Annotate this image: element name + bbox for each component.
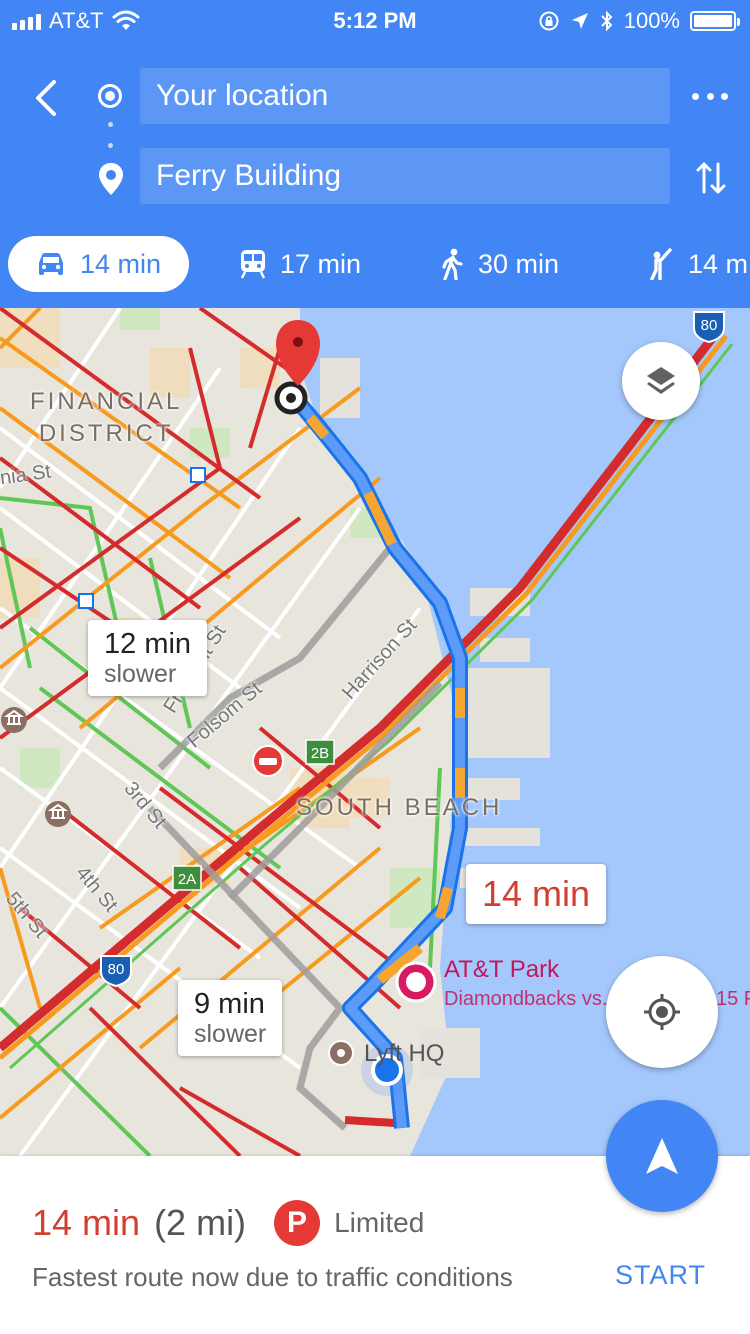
callout-time: 14 min	[482, 873, 591, 914]
destination-pin-icon	[99, 163, 123, 195]
place-label-lyft-hq[interactable]: Lyft HQ	[364, 1040, 444, 1068]
place-sublabel-event-tail: 15 P	[716, 988, 750, 1010]
layers-icon	[647, 367, 675, 394]
incident-icon[interactable]	[252, 745, 284, 777]
mode-walk-tab[interactable]: 30 min	[440, 236, 559, 292]
place-label-att-park[interactable]: AT&T Park	[444, 956, 559, 984]
directions-header: Your location Ferry Building 14 min 17 m…	[0, 40, 750, 308]
eta-row: 14 min (2 mi) P Limited	[32, 1200, 424, 1246]
navigate-button[interactable]	[606, 1100, 718, 1212]
main-route-callout[interactable]: 14 min	[466, 864, 607, 924]
mode-drive-tab[interactable]: 14 min	[8, 236, 190, 292]
highway-shield-80: 80	[693, 311, 725, 344]
my-location-button[interactable]	[606, 956, 718, 1068]
ballpark-icon[interactable]	[395, 961, 437, 1003]
battery-icon	[690, 11, 740, 31]
walking-icon	[442, 248, 463, 280]
svg-text:2A: 2A	[178, 871, 196, 888]
mode-ride-tab[interactable]: 14 m	[646, 236, 748, 292]
mode-ride-time: 14 m	[688, 248, 749, 279]
back-button[interactable]	[26, 76, 66, 120]
mode-drive-time: 14 min	[80, 248, 162, 279]
car-icon	[39, 253, 63, 275]
rotation-lock-icon	[539, 11, 559, 31]
exit-sign-2a: 2A	[172, 865, 202, 891]
mode-transit-time: 17 min	[280, 248, 362, 279]
exit-sign-2b: 2B	[305, 739, 335, 765]
mode-walk-time: 30 min	[478, 248, 560, 279]
mode-transit-tab[interactable]: 17 min	[240, 236, 361, 292]
svg-text:2B: 2B	[311, 745, 329, 762]
alt-route-callout-9min[interactable]: 9 min slower	[178, 980, 283, 1056]
eta-distance: (2 mi)	[154, 1202, 247, 1243]
district-label-financial: FINANCIAL DISTRICT	[30, 388, 183, 447]
ride-hailing-icon	[650, 248, 672, 280]
svg-text:80: 80	[701, 317, 718, 334]
callout-note: slower	[194, 1020, 267, 1048]
map-view[interactable]: 80 80 2B 2A FINANCIAL DISTRICT SOUTH BEA…	[0, 308, 750, 1156]
place-sublabel-event: Diamondbacks vs...	[444, 988, 619, 1010]
alt-route-callout-12min[interactable]: 12 min slower	[88, 620, 208, 696]
travel-mode-tabs: 14 min 17 min 30 min 14 m	[0, 236, 750, 292]
origin-input[interactable]: Your location	[140, 68, 670, 124]
start-button[interactable]: START	[615, 1260, 706, 1291]
layers-button[interactable]	[622, 342, 700, 420]
more-options-button[interactable]	[690, 84, 730, 108]
location-arrow-icon	[571, 13, 588, 29]
parking-icon: P	[274, 1200, 321, 1246]
parking-label: Limited	[334, 1207, 425, 1238]
eta-time: 14 min	[32, 1202, 141, 1243]
battery-percent: 100%	[623, 8, 680, 33]
callout-note: slower	[104, 660, 177, 688]
status-right: 100%	[538, 8, 740, 34]
svg-text:80: 80	[108, 961, 125, 978]
destination-input[interactable]: Ferry Building	[140, 148, 670, 204]
train-icon	[240, 250, 266, 279]
swap-directions-button[interactable]	[694, 158, 728, 198]
callout-time: 9 min	[194, 988, 265, 1020]
lyft-hq-poi-icon[interactable]	[328, 1040, 354, 1066]
route-description: Fastest route now due to traffic conditi…	[32, 1262, 513, 1292]
bluetooth-icon	[601, 10, 613, 32]
callout-time: 12 min	[104, 628, 192, 660]
crosshair-icon	[644, 994, 680, 1030]
navigation-arrow-icon	[646, 1138, 678, 1174]
highway-shield-80-b: 80	[100, 955, 132, 988]
origin-icon	[98, 84, 122, 108]
district-label-south-beach: SOUTH BEACH	[296, 794, 503, 821]
battery-fill	[694, 15, 732, 27]
status-bar: AT&T 5:12 PM 100%	[0, 0, 750, 40]
